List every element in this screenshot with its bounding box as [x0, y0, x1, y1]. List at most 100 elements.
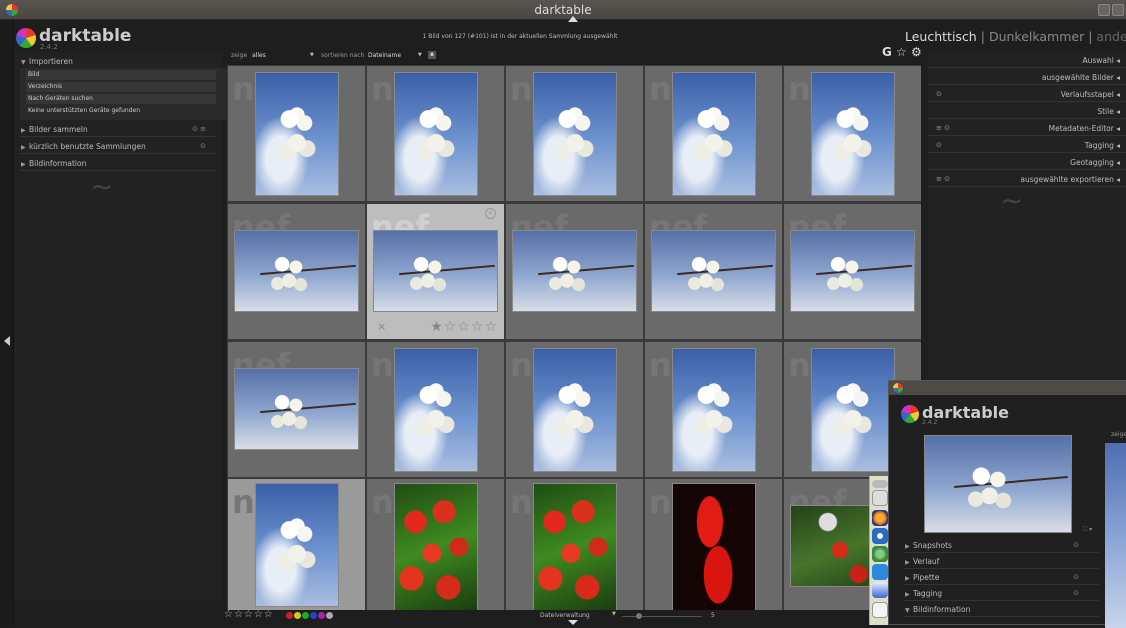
minimize-button[interactable] — [1098, 4, 1110, 16]
thumbnail-cell[interactable]: nef — [228, 342, 365, 477]
thumbnail-image[interactable] — [672, 483, 756, 610]
maximize-button[interactable] — [1112, 4, 1124, 16]
thumbnail-cell[interactable]: nef — [645, 204, 782, 339]
secondary-darktable-window[interactable]: darktable 2.4.2 zeige ⛶ ▾ ▶ Snapshots ⊙ ▶ V… — [888, 380, 1126, 628]
thumbnail-cell[interactable]: nef — [228, 204, 365, 339]
thumbnail-image[interactable] — [234, 368, 359, 450]
navigation-preview[interactable] — [924, 435, 1072, 533]
layout-dropdown[interactable]: Dateiverwaltung — [540, 612, 590, 619]
reset-icon[interactable]: ⊙ — [1073, 589, 1079, 597]
module-export[interactable]: ≡ ⊙ ausgewählte exportieren ◂ — [928, 171, 1126, 187]
module-history-stack[interactable]: ⊙ Verlaufsstapel ◂ — [928, 86, 1126, 102]
secondary-window-titlebar[interactable] — [889, 381, 1126, 395]
module-styles[interactable]: Stile ◂ — [928, 103, 1126, 119]
module-history[interactable]: ▶ Verlauf — [903, 554, 1099, 569]
import-folder-button[interactable]: Verzeichnis — [26, 82, 216, 92]
chevron-down-icon[interactable]: ▼ — [418, 52, 422, 58]
thumbnail-image[interactable] — [790, 230, 915, 312]
thumbnail-cell[interactable]: nef — [645, 479, 782, 610]
module-tagging[interactable]: ▶ Tagging ⊙ — [903, 586, 1099, 601]
thumbnail-image[interactable] — [234, 230, 359, 312]
filter-icons[interactable]: G ☆ ⚙ — [882, 45, 922, 59]
scan-devices-button[interactable]: Nach Geräten suchen — [26, 94, 216, 104]
info-section-header[interactable]: ▶ Bildinformation — [20, 156, 216, 171]
firefox-icon[interactable] — [872, 510, 888, 526]
collect-presets-icon[interactable]: ⊙ ≡ — [192, 125, 206, 133]
reset-icon[interactable]: ⊙ — [936, 141, 942, 149]
chevron-down-icon[interactable]: ▼ — [310, 52, 314, 58]
zoom-slider-handle[interactable] — [636, 613, 642, 619]
chat-icon[interactable] — [872, 564, 888, 580]
module-image-information[interactable]: ▼ Bildinformation — [903, 602, 1099, 617]
browser-icon[interactable] — [872, 528, 888, 544]
thumbnail-image[interactable] — [672, 348, 756, 472]
top-panel-toggle-icon[interactable] — [568, 16, 578, 22]
app-icon-green[interactable] — [872, 546, 888, 562]
thumbnail-image[interactable] — [533, 72, 617, 196]
thumbnail-cell[interactable]: nef — [784, 66, 921, 201]
reject-icon[interactable]: × — [377, 320, 386, 333]
collect-section-header[interactable]: ▶ Bilder sammeln ⊙ ≡ — [20, 122, 216, 137]
star-rating[interactable]: ★☆☆☆☆ — [430, 319, 498, 335]
dock-handle-icon[interactable] — [872, 480, 888, 488]
star-rating-filter[interactable]: ☆☆☆☆☆ — [224, 609, 274, 620]
module-selection[interactable]: Auswahl ◂ — [928, 52, 1126, 68]
thumbnail-cell-selected[interactable]: nef × × ★☆☆☆☆ — [367, 204, 504, 339]
thumbnail-image[interactable] — [394, 72, 478, 196]
reset-icon[interactable]: ⊙ — [1073, 541, 1079, 549]
thumbnail-cell[interactable]: nef — [645, 342, 782, 477]
view-lighttable[interactable]: Leuchttisch — [905, 29, 977, 44]
lighttable-grid[interactable]: nef nef nef nef nef nef nef × × ★☆☆☆☆ ne… — [227, 65, 921, 610]
color-label-blue[interactable] — [310, 612, 317, 619]
recent-reset-icon[interactable]: ⊙ — [200, 142, 206, 150]
module-metadata-editor[interactable]: ≡ ⊙ Metadaten-Editor ◂ — [928, 120, 1126, 136]
thumbnail-image[interactable] — [373, 230, 498, 312]
recent-section-header[interactable]: ▶ kürzlich benutzte Sammlungen ⊙ — [20, 139, 216, 154]
zoom-slider[interactable] — [622, 616, 702, 617]
thumbnail-cell[interactable]: nef — [506, 204, 643, 339]
thumbnail-cell[interactable]: nef — [506, 342, 643, 477]
thumbnail-cell[interactable]: nef — [506, 479, 643, 610]
thumbnail-image[interactable] — [255, 72, 339, 196]
bottom-panel-toggle-icon[interactable] — [568, 620, 578, 625]
color-label-green[interactable] — [302, 612, 309, 619]
sort-order-button[interactable]: ▲ — [428, 51, 436, 59]
thumbnail-image[interactable] — [811, 348, 895, 472]
chevron-down-icon[interactable]: ▼ — [612, 611, 616, 617]
app-icon[interactable] — [893, 383, 903, 393]
thumbnail-image[interactable] — [394, 348, 478, 472]
import-section-header[interactable]: ▼ Importieren — [20, 54, 216, 69]
thumbnail-image[interactable] — [811, 72, 895, 196]
color-label-yellow[interactable] — [294, 612, 301, 619]
thumbnail-image[interactable] — [394, 483, 478, 610]
thumbnail-cell[interactable]: nef — [367, 479, 504, 610]
presets-reset-icon[interactable]: ≡ ⊙ — [936, 175, 950, 183]
reset-icon[interactable]: ⊙ — [1073, 573, 1079, 581]
thumbnail-cell[interactable]: nef — [645, 66, 782, 201]
module-selected-images[interactable]: ausgewählte Bilder ◂ — [928, 69, 1126, 85]
import-image-button[interactable]: Bild — [26, 70, 216, 80]
reset-icon[interactable]: ⊙ — [936, 90, 942, 98]
color-label-red[interactable] — [286, 612, 293, 619]
document-icon[interactable] — [872, 602, 888, 618]
thumbnail-cell[interactable]: nef — [367, 66, 504, 201]
left-panel-toggle-icon[interactable] — [4, 336, 10, 346]
module-geotagging[interactable]: Geotagging ◂ — [928, 154, 1126, 170]
view-darkroom[interactable]: Dunkelkammer — [989, 29, 1084, 44]
show-filter-dropdown[interactable]: alles — [252, 52, 266, 59]
network-icon[interactable] — [872, 582, 888, 598]
thumbnail-image[interactable] — [651, 230, 776, 312]
module-color-picker[interactable]: ▶ Pipette ⊙ — [903, 570, 1099, 585]
presets-reset-icon[interactable]: ≡ ⊙ — [936, 124, 950, 132]
color-label-purple[interactable] — [318, 612, 325, 619]
thumbnail-image[interactable] — [672, 72, 756, 196]
file-manager-icon[interactable] — [872, 490, 888, 506]
module-snapshots[interactable]: ▶ Snapshots ⊙ — [903, 538, 1099, 553]
module-tagging[interactable]: ⊙ Tagging ◂ — [928, 137, 1126, 153]
color-label-gray[interactable] — [326, 612, 333, 619]
thumbnail-cell[interactable]: nef — [228, 479, 365, 610]
thumbnail-cell[interactable]: nef — [506, 66, 643, 201]
thumbnail-image[interactable] — [512, 230, 637, 312]
thumbnail-image[interactable] — [533, 348, 617, 472]
zoom-value[interactable]: 5 — [711, 612, 715, 619]
